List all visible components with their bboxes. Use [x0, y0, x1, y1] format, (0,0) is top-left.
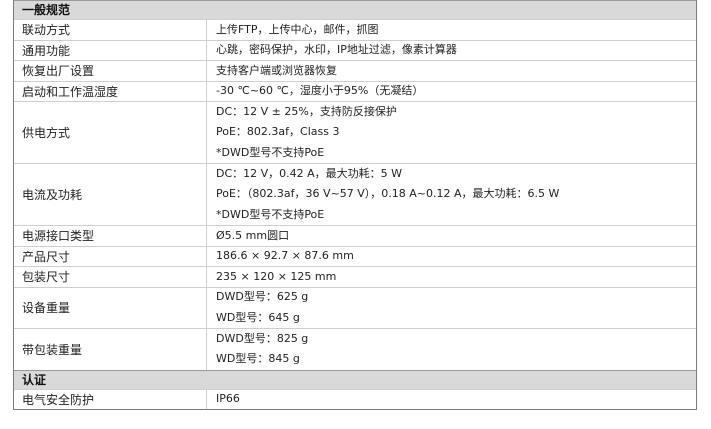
spec-value: DC：12 V ± 25%，支持防反接保护: [216, 104, 397, 118]
spec-value: 心跳，密码保护，水印，IP地址过滤，像素计算器: [216, 43, 457, 56]
spec-row-factory-reset: 恢复出厂设置 支持客户端或浏览器恢复: [14, 60, 696, 81]
spec-value: *DWD型号不支持PoE: [216, 207, 325, 221]
spec-value: WD型号：645 g: [216, 310, 300, 324]
spec-label: 产品尺寸: [14, 246, 207, 266]
spec-page: 一般规范 联动方式 上传FTP，上传中心，邮件，抓图 通用功能 心跳，密码保护，…: [0, 0, 711, 429]
spec-row-weight: 设备重量 DWD型号：625 g WD型号：645 g: [14, 286, 696, 328]
spec-label: 设备重量: [14, 287, 207, 328]
spec-value: WD型号：845 g: [216, 352, 300, 366]
spec-label: 通用功能: [14, 40, 207, 60]
spec-value: 235 × 120 × 125 mm: [216, 269, 337, 283]
spec-value: *DWD型号不支持PoE: [216, 145, 325, 159]
spec-label: 联动方式: [14, 20, 207, 40]
spec-row-product-dimensions: 产品尺寸 186.6 × 92.7 × 87.6 mm: [14, 245, 696, 266]
spec-label: 启动和工作温湿度: [14, 81, 207, 101]
spec-value: DWD型号：825 g: [216, 331, 309, 345]
spec-value: 上传FTP，上传中心，邮件，抓图: [216, 22, 379, 36]
spec-value: Ø5.5 mm圆口: [216, 228, 290, 242]
spec-row-power-supply: 供电方式 DC：12 V ± 25%，支持防反接保护 PoE：802.3af，C…: [14, 101, 696, 163]
spec-value: IP66: [216, 392, 240, 405]
spec-value: 186.6 × 92.7 × 87.6 mm: [216, 249, 354, 262]
spec-label: 包装尺寸: [14, 267, 207, 287]
spec-value: PoE：802.3af，Class 3: [216, 125, 340, 139]
spec-label: 恢复出厂设置: [14, 61, 207, 81]
spec-value: 支持客户端或浏览器恢复: [216, 63, 337, 77]
spec-row-package-weight: 带包装重量 DWD型号：825 g WD型号：845 g: [14, 328, 696, 370]
section-header-certification: 认证: [14, 369, 696, 389]
spec-value: DWD型号：625 g: [216, 290, 309, 304]
spec-table: 一般规范 联动方式 上传FTP，上传中心，邮件，抓图 通用功能 心跳，密码保护，…: [13, 0, 697, 410]
spec-label: 电源接口类型: [14, 226, 207, 246]
spec-row-linkage: 联动方式 上传FTP，上传中心，邮件，抓图: [14, 19, 696, 40]
spec-row-general-functions: 通用功能 心跳，密码保护，水印，IP地址过滤，像素计算器: [14, 39, 696, 60]
spec-label: 供电方式: [14, 102, 207, 163]
spec-label: 电流及功耗: [14, 164, 207, 225]
spec-value: DC：12 V，0.42 A，最大功耗：5 W: [216, 166, 403, 180]
spec-value: -30 ℃~60 ℃，湿度小于95%（无凝结）: [216, 84, 424, 97]
spec-row-protection: 电气安全防护 IP66: [14, 388, 696, 409]
spec-row-power-consumption: 电流及功耗 DC：12 V，0.42 A，最大功耗：5 W PoE：（802.3…: [14, 163, 696, 225]
spec-row-power-interface: 电源接口类型 Ø5.5 mm圆口: [14, 225, 696, 246]
spec-row-temperature: 启动和工作温湿度 -30 ℃~60 ℃，湿度小于95%（无凝结）: [14, 80, 696, 101]
section-header-general: 一般规范: [14, 0, 696, 19]
spec-label: 电气安全防护: [14, 389, 207, 409]
spec-row-package-dimensions: 包装尺寸 235 × 120 × 125 mm: [14, 266, 696, 287]
spec-label: 带包装重量: [14, 329, 207, 370]
spec-value: PoE：（802.3af，36 V~57 V），0.18 A~0.12 A，最大…: [216, 187, 560, 201]
